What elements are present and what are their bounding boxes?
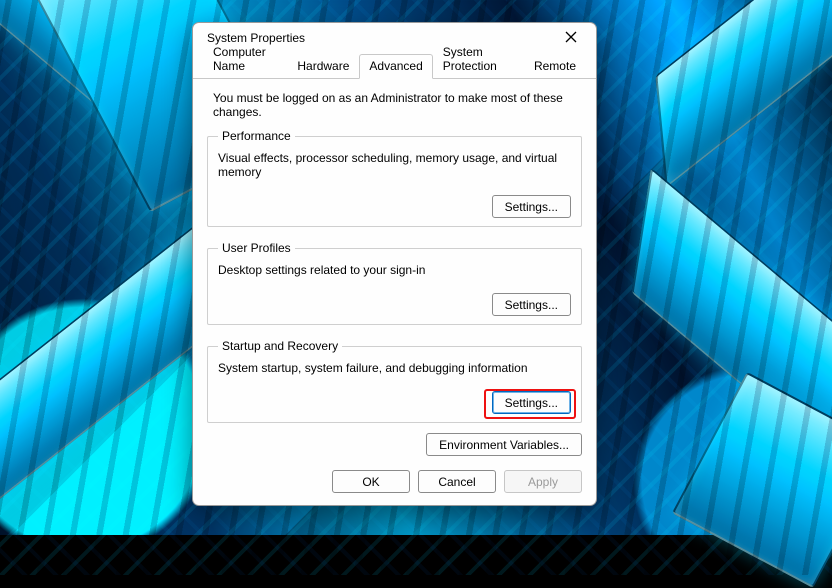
admin-note: You must be logged on as an Administrato… [213,91,576,119]
close-icon [565,31,577,46]
tab-hardware[interactable]: Hardware [287,54,359,78]
environment-variables-button[interactable]: Environment Variables... [426,433,582,456]
cancel-button[interactable]: Cancel [418,470,496,493]
group-startup-recovery: Startup and Recovery System startup, sys… [207,339,582,423]
apply-button[interactable]: Apply [504,470,582,493]
group-performance: Performance Visual effects, processor sc… [207,129,582,227]
group-user-profiles-legend: User Profiles [218,241,295,255]
tab-advanced[interactable]: Advanced [359,54,432,79]
group-startup-legend: Startup and Recovery [218,339,342,353]
system-properties-dialog: System Properties Computer Name Hardware… [192,22,597,506]
tab-body-advanced: You must be logged on as an Administrato… [193,79,596,433]
startup-settings-button[interactable]: Settings... [492,391,571,414]
ok-button[interactable]: OK [332,470,410,493]
group-startup-desc: System startup, system failure, and debu… [218,361,571,375]
user-profiles-settings-button[interactable]: Settings... [492,293,571,316]
group-performance-desc: Visual effects, processor scheduling, me… [218,151,571,179]
performance-settings-button[interactable]: Settings... [492,195,571,218]
group-performance-legend: Performance [218,129,295,143]
tab-system-protection[interactable]: System Protection [433,40,524,78]
close-button[interactable] [554,24,588,52]
tab-computer-name[interactable]: Computer Name [203,40,287,78]
tab-strip: Computer Name Hardware Advanced System P… [193,53,596,79]
group-user-profiles: User Profiles Desktop settings related t… [207,241,582,325]
tab-remote[interactable]: Remote [524,54,586,78]
group-user-profiles-desc: Desktop settings related to your sign-in [218,263,571,277]
dialog-footer: OK Cancel Apply [193,462,596,505]
